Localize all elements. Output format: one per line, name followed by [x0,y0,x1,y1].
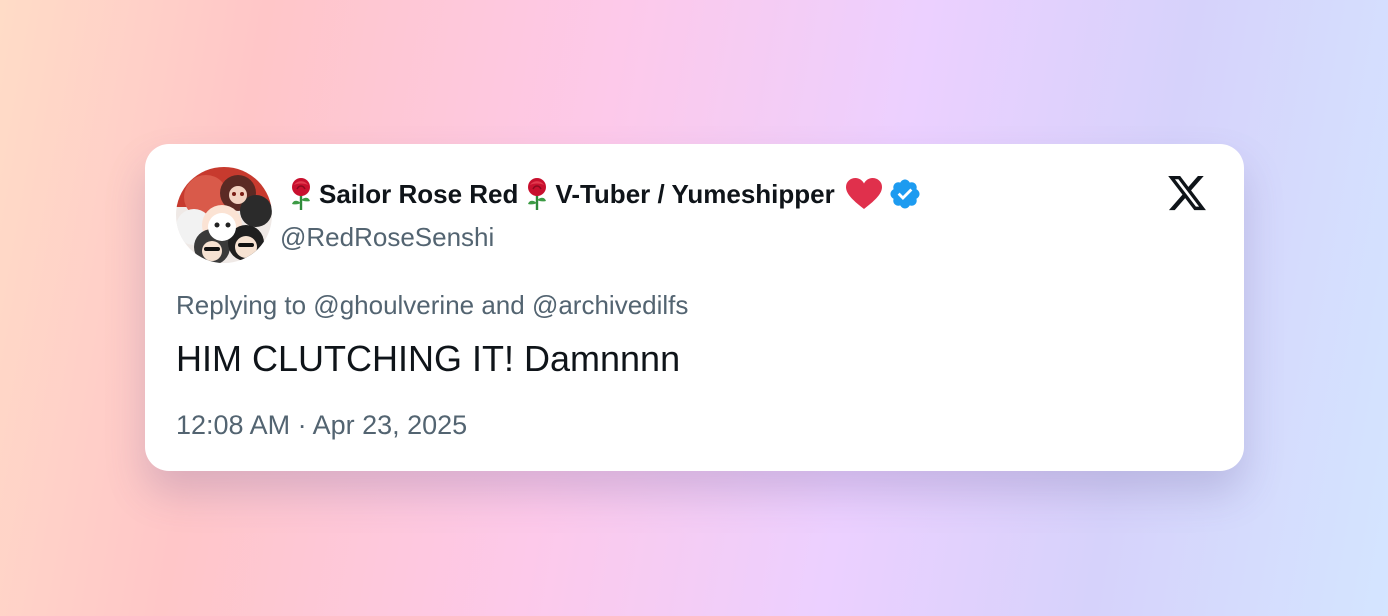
rose-icon [522,177,552,211]
rose-icon [286,177,316,211]
author-name-row[interactable]: Sailor Rose Red V-Tuber / Yumeshipper [286,174,922,214]
author-name-part-2: V-Tuber / Yumeshipper [555,178,835,209]
tweet-timestamp[interactable]: 12:08 AM · Apr 23, 2025 [176,410,467,441]
tweet-card: Sailor Rose Red V-Tuber / Yumeshipper @R… [145,144,1244,471]
verified-badge-icon[interactable] [888,177,922,211]
author-name-part-1: Sailor Rose Red [319,178,519,209]
author-handle[interactable]: @RedRoseSenshi [280,222,494,253]
reply-context[interactable]: Replying to @ghoulverine and @archivedil… [176,290,688,321]
red-heart-icon [845,177,883,211]
avatar[interactable] [176,167,272,263]
x-logo-icon[interactable] [1165,172,1209,214]
avatar-image [176,167,272,263]
tweet-text: HIM CLUTCHING IT! Damnnnn [176,338,681,379]
author-display-name[interactable]: Sailor Rose Red V-Tuber / Yumeshipper [286,177,922,211]
